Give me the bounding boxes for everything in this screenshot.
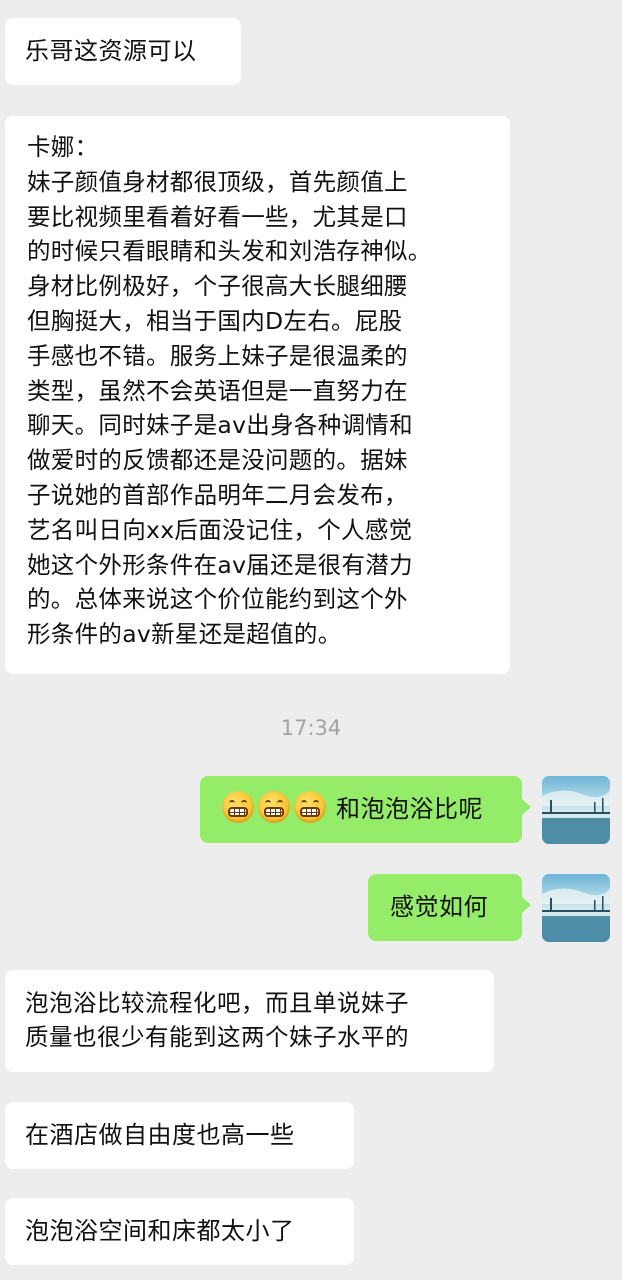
message-text: 和泡泡浴比呢 [336,795,483,823]
user-avatar[interactable] [542,874,610,942]
message-text: 乐哥这资源可以 [25,37,197,65]
incoming-message-bubble[interactable]: 在酒店做自由度也高一些 [5,1102,354,1169]
message-text: 卡娜： 妹子颜值身材都很顶级，首先颜值上 要比视频里看着好看一些，尤其是口 的时… [27,133,432,649]
sea-bridge-avatar-icon [542,776,610,844]
message-text: 感觉如何 [390,893,488,921]
message-text: 在酒店做自由度也高一些 [25,1121,295,1149]
sea-bridge-avatar-icon [542,874,610,942]
grimacing-face-emoji [258,791,290,823]
incoming-message-bubble[interactable]: 泡泡浴空间和床都太小了 [5,1198,354,1265]
grimacing-face-emoji [294,791,326,823]
message-text: 泡泡浴比较流程化吧，而且单说妹子 质量也很少有能到这两个妹子水平的 [25,989,409,1051]
outgoing-message-bubble[interactable]: 和泡泡浴比呢 [200,776,531,843]
incoming-message-bubble[interactable]: 泡泡浴比较流程化吧，而且单说妹子 质量也很少有能到这两个妹子水平的 [5,970,494,1072]
message-text: 泡泡浴空间和床都太小了 [25,1217,295,1245]
chat-timestamp: 17:34 [280,716,342,740]
outgoing-message-bubble[interactable]: 感觉如何 [368,874,531,941]
incoming-message-bubble[interactable]: 乐哥这资源可以 [5,18,241,85]
grimacing-face-emoji [222,791,254,823]
user-avatar[interactable] [542,776,610,844]
incoming-message-bubble[interactable]: 卡娜： 妹子颜值身材都很顶级，首先颜值上 要比视频里看着好看一些，尤其是口 的时… [5,116,510,674]
